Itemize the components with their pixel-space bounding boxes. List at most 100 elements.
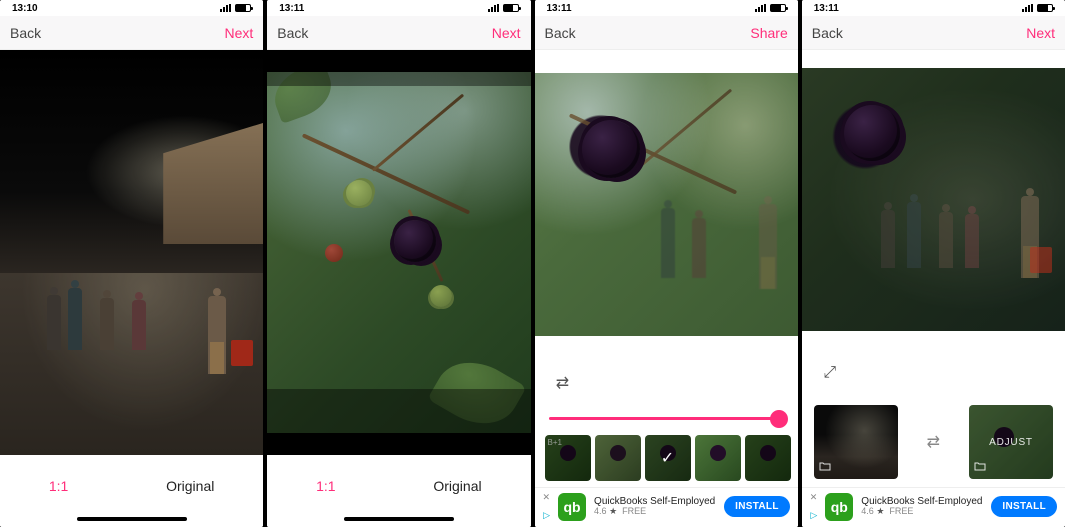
ad-close-icon[interactable]: ✕ [810, 493, 818, 502]
screen-2-crop-berry: 13:11 Back Next 1:1 Original [267, 0, 530, 527]
signal-icon [1022, 4, 1034, 12]
swap-button[interactable]: ⇄ [549, 369, 577, 397]
back-button[interactable]: Back [545, 25, 576, 41]
ghost-person [692, 218, 706, 278]
source-thumb-foreground[interactable] [814, 405, 898, 479]
screen-4-result: 13:11 Back Next ⤢ [802, 0, 1065, 527]
status-time: 13:11 [279, 3, 304, 14]
ghost-person [661, 208, 675, 278]
ad-text: QuickBooks Self-Employed 4.6 ★ FREE [594, 496, 716, 517]
aspect-ratio-row: 1:1 Original [267, 455, 530, 517]
berry-ripening [325, 244, 343, 262]
status-icons [220, 4, 251, 12]
thumb-label: B+1 [548, 438, 562, 447]
filter-thumb[interactable] [745, 435, 791, 481]
ad-app-icon: qb [558, 493, 586, 521]
ghost-person [965, 214, 979, 268]
battery-icon [235, 4, 251, 12]
ad-rating: 4.6 [861, 506, 874, 516]
share-button[interactable]: Share [750, 25, 787, 41]
status-icons [755, 4, 786, 12]
source-thumb-background[interactable]: ADJUST [969, 405, 1053, 479]
slider-track [549, 417, 784, 420]
berry-ripe [394, 220, 436, 262]
expand-button[interactable]: ⤢ [816, 359, 844, 387]
person-figure [132, 300, 146, 350]
photo-viewport[interactable] [535, 50, 798, 359]
crop-dim-overlay [267, 72, 530, 86]
photo-blended [535, 73, 798, 336]
ad-price: FREE [622, 506, 646, 516]
next-button[interactable]: Next [1026, 25, 1055, 41]
ad-price: FREE [889, 506, 913, 516]
swap-row: ⇄ [535, 359, 798, 407]
ad-app-icon: qb [825, 493, 853, 521]
filter-thumb[interactable] [595, 435, 641, 481]
aspect-original[interactable]: Original [166, 478, 214, 494]
ad-info-icon[interactable]: ▷ [543, 510, 550, 521]
ad-install-button[interactable]: INSTALL [991, 496, 1057, 517]
home-indicator[interactable] [344, 517, 454, 521]
person-figure [208, 296, 226, 374]
ghost-red-container [1030, 247, 1052, 273]
person-figure [100, 298, 114, 350]
back-button[interactable]: Back [812, 25, 843, 41]
aspect-original[interactable]: Original [433, 478, 481, 494]
photo-blended-dark [802, 68, 1065, 331]
ghost-person [939, 212, 953, 268]
status-time: 13:11 [547, 3, 572, 14]
next-button[interactable]: Next [224, 25, 253, 41]
signal-icon [488, 4, 500, 12]
filter-thumb[interactable] [695, 435, 741, 481]
ghost-person [881, 210, 895, 268]
photo-night-patio [0, 50, 263, 455]
folder-icon [974, 461, 986, 474]
nav-bar: Back Next [267, 16, 530, 50]
bottom-controls: ⇄ B+1 ✕ ▷ qb QuickBooks Self-Employed 4.… [535, 359, 798, 527]
photo-viewport[interactable] [802, 50, 1065, 349]
star-icon: ★ [609, 506, 617, 516]
back-button[interactable]: Back [277, 25, 308, 41]
red-container [231, 340, 253, 366]
status-icons [1022, 4, 1053, 12]
berry-unripe [430, 285, 452, 307]
photo-viewport[interactable] [267, 50, 530, 455]
status-time: 13:10 [12, 3, 38, 14]
blend-slider[interactable] [535, 407, 798, 435]
aspect-1-1[interactable]: 1:1 [49, 478, 68, 494]
filter-thumbnail-row: B+1 [535, 435, 798, 487]
person-figure [47, 295, 61, 350]
swap-icon[interactable]: ⇄ [927, 432, 940, 452]
ad-banner[interactable]: ✕ ▷ qb QuickBooks Self-Employed 4.6 ★ FR… [802, 487, 1065, 527]
berry-ripe [582, 120, 640, 178]
status-icons [488, 4, 519, 12]
crop-dim-overlay [267, 389, 530, 433]
bottom-controls: 1:1 Original [267, 455, 530, 527]
signal-icon [220, 4, 232, 12]
filter-thumb[interactable]: B+1 [545, 435, 591, 481]
screen-1-crop-night: 13:10 Back Next 1:1 Original [0, 0, 263, 527]
filter-thumb-selected[interactable] [645, 435, 691, 481]
berry-unripe [346, 180, 372, 206]
ghost-person [759, 204, 777, 289]
stem [640, 88, 733, 166]
status-time: 13:11 [814, 3, 839, 14]
nav-bar: Back Next [0, 16, 263, 50]
ad-close-icon[interactable]: ✕ [543, 493, 551, 502]
stem [372, 93, 465, 171]
photo-blackberry [267, 50, 530, 455]
ad-info-icon[interactable]: ▷ [810, 510, 817, 521]
signal-icon [755, 4, 767, 12]
aspect-1-1[interactable]: 1:1 [316, 478, 335, 494]
battery-icon [503, 4, 519, 12]
back-button[interactable]: Back [10, 25, 41, 41]
stem [301, 133, 470, 214]
ad-rating: 4.6 [594, 506, 607, 516]
slider-knob[interactable] [770, 410, 788, 428]
photo-viewport[interactable] [0, 50, 263, 455]
next-button[interactable]: Next [492, 25, 521, 41]
expand-row: ⤢ [802, 349, 1065, 397]
home-indicator[interactable] [77, 517, 187, 521]
ad-banner[interactable]: ✕ ▷ qb QuickBooks Self-Employed 4.6 ★ FR… [535, 487, 798, 527]
ad-install-button[interactable]: INSTALL [724, 496, 790, 517]
